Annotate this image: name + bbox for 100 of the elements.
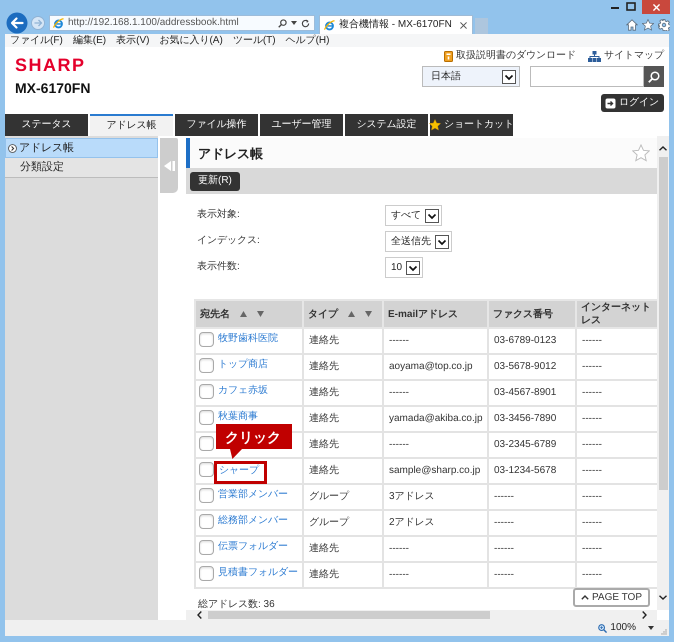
nav-tab[interactable]: ユーザー管理 [260,114,343,136]
column-header[interactable]: E-mailアドレス [383,300,488,328]
column-header[interactable]: ファクス番号 [488,300,576,328]
logo: SHARP [15,58,87,73]
table-cell: 連絡先 [303,562,383,588]
table-cell: ------ [383,536,488,562]
refresh-icon[interactable] [301,18,310,28]
menu-item[interactable]: お気に入り(A) [159,36,223,46]
caret-icon[interactable] [648,626,654,630]
header-link[interactable]: サイトマップ [588,50,664,62]
filter-select[interactable]: 全送信先 [385,231,452,252]
scrollbar-thumb[interactable] [658,157,668,490]
table-cell: 03-3456-7890 [488,406,576,432]
search-icon [648,70,660,82]
checkbox[interactable] [199,566,214,581]
scroll-left-icon[interactable] [197,611,202,619]
table-cell: 連絡先 [303,328,383,354]
zoom-icon [598,624,608,632]
page-top-button[interactable]: PAGE TOP [572,588,650,607]
horizontal-scrollbar[interactable] [186,610,657,620]
table-cell: 3アドレス [383,484,488,510]
search-button[interactable] [644,66,664,87]
close-button[interactable] [642,0,670,14]
nav-tab[interactable]: システム設定 [345,114,428,136]
menu-item[interactable]: 編集(E) [72,36,106,46]
menu-item[interactable]: ヘルプ(H) [286,36,330,46]
book-icon [444,50,453,62]
callout: クリック [216,424,292,459]
close-icon[interactable] [460,22,467,28]
zoom-level[interactable]: 100% [610,623,636,633]
contact-link[interactable]: シャープ [219,465,259,477]
column-header[interactable]: 宛先名 [195,300,303,328]
checkbox[interactable] [199,462,214,477]
settings-icon[interactable] [658,19,670,31]
search-field[interactable] [530,66,644,87]
checkbox[interactable] [199,488,214,503]
table-cell: ------ [383,328,488,354]
scrollbar-thumb[interactable] [208,611,490,619]
caret-icon[interactable] [291,21,297,25]
sidebar-item[interactable]: アドレス帳 [5,138,158,158]
table-cell: 03-6789-0123 [488,328,576,354]
maximize-icon[interactable] [626,2,636,12]
table-cell: ------ [383,562,488,588]
checkbox[interactable] [199,540,214,555]
column-label: タイプ [308,308,338,320]
contact-link[interactable]: 秋葉商事 [218,410,258,423]
checkbox[interactable] [199,436,214,451]
checkbox[interactable] [199,358,214,373]
checkbox[interactable] [199,384,214,399]
collapse-icon [164,160,174,170]
table-cell: ------ [488,510,576,536]
filter-label: 表示対象: [197,209,240,221]
column-header[interactable]: タイプ [303,300,383,328]
sort-arrows-icon[interactable] [240,311,264,317]
menu-item[interactable]: 表示(V) [116,36,150,46]
sort-arrows-icon[interactable] [348,311,372,317]
table-cell: 連絡先 [303,354,383,380]
table-cell: ------ [383,432,488,458]
language-select[interactable]: 日本語 [422,66,520,87]
checkbox[interactable] [199,332,214,347]
column-header[interactable]: インターネットレス [576,300,657,328]
table-cell: ------ [488,562,576,588]
nav-tab[interactable]: ショートカット [430,114,513,136]
browser-tab[interactable]: 複合機情報 - MX-6170FN [319,15,473,34]
collapse-handle[interactable] [160,138,178,193]
filter-select[interactable]: すべて [385,205,442,226]
address-field[interactable]: http://192.168.1.100/addressbook.html [49,15,315,31]
table-cell: グループ [303,484,383,510]
column-label: インターネットレス [581,301,652,327]
scroll-up-icon[interactable] [659,146,667,151]
column-label: 宛先名 [200,308,230,320]
nav-tab[interactable]: ステータス [5,114,88,136]
scroll-right-icon[interactable] [642,611,647,619]
menu-item[interactable]: ファイル(F) [10,36,63,46]
filter-select[interactable]: 10 [385,257,424,278]
checkbox[interactable] [199,514,214,529]
login-button[interactable]: ログイン [601,94,664,112]
model-name: MX-6170FN [15,81,90,95]
refresh-button[interactable]: 更新(R) [190,172,240,190]
sidebar-item[interactable]: 分類設定 [5,158,158,178]
table-cell: ------ [488,484,576,510]
nav-tab[interactable]: アドレス帳 [90,114,173,136]
home-icon[interactable] [626,19,638,31]
table-cell: ------ [383,380,488,406]
header-link[interactable]: 取扱説明書のダウンロード [444,50,576,62]
nav-tab[interactable]: ファイル操作 [175,114,258,136]
vertical-scrollbar[interactable] [657,136,669,610]
checkbox[interactable] [199,410,214,425]
search-icon[interactable] [278,18,287,28]
table-cell: 連絡先 [303,536,383,562]
filter-label: 表示件数: [197,261,240,273]
column-label: E-mailアドレス [388,308,458,320]
table-cell: sample@sharp.co.jp [383,458,488,484]
table-cell: 03-5678-9012 [488,354,576,380]
table-cell: aoyama@top.co.jp [383,354,488,380]
table-cell: yamada@akiba.co.jp [383,406,488,432]
scroll-down-icon[interactable] [659,595,667,600]
star-icon[interactable] [642,19,654,31]
menu-item[interactable]: ツール(T) [232,36,276,46]
star-icon[interactable] [632,144,650,162]
